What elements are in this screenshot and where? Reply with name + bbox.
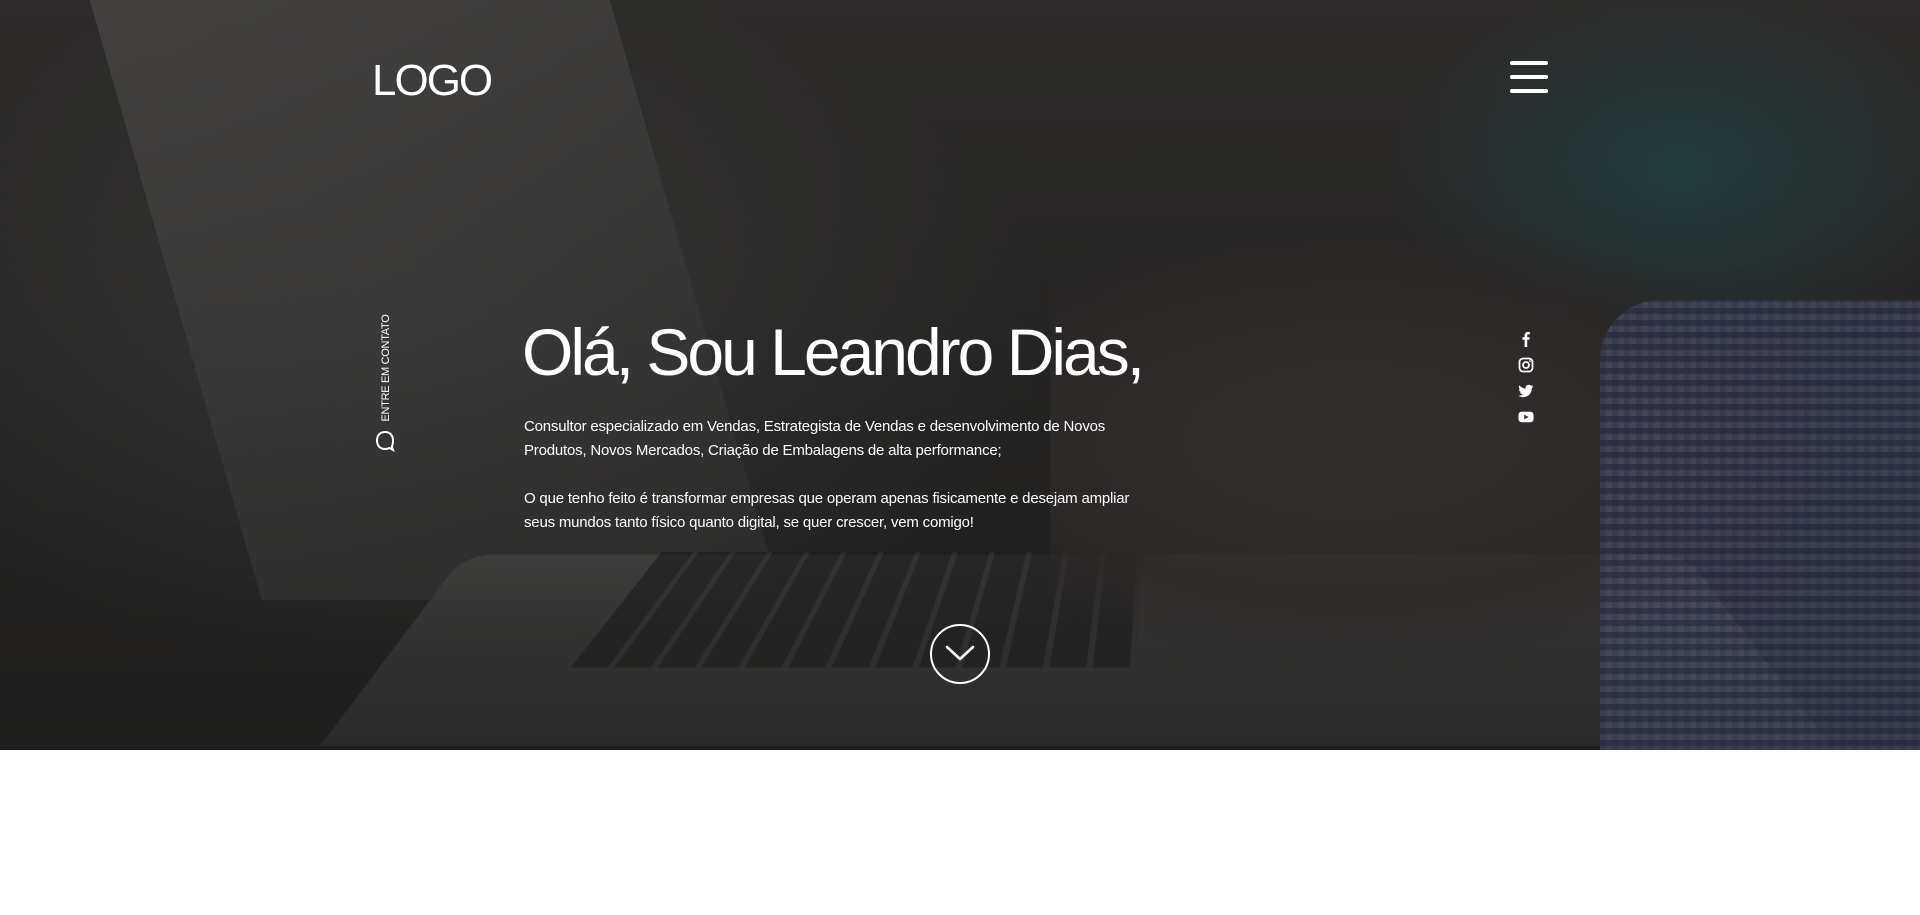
twitter-icon [1518,384,1534,398]
youtube-link[interactable] [1517,408,1535,426]
facebook-icon [1522,332,1530,347]
hamburger-menu-icon [1510,61,1548,65]
social-links [1515,330,1537,426]
hero-title: Olá, Sou Leandro Dias, [522,315,1145,389]
hero-section: LOGO ENTRE EM CONTATO Olá, Sou Leandro D… [0,0,1920,750]
facebook-link[interactable] [1517,330,1535,348]
contact-link[interactable]: ENTRE EM CONTATO [372,312,398,457]
instagram-link[interactable] [1517,356,1535,374]
site-logo[interactable]: LOGO [372,56,493,106]
twitter-link[interactable] [1517,382,1535,400]
chat-bubble-icon [375,430,395,453]
instagram-icon [1518,357,1534,373]
hero-paragraph-2: O que tenho feito é transformar empresas… [524,490,1130,531]
hamburger-menu-icon-bar [1510,75,1548,79]
hero-paragraph-1: Consultor especializado em Vendas, Estra… [524,418,1106,459]
contact-label: ENTRE EM CONTATO [380,314,392,422]
youtube-icon [1518,411,1534,423]
hamburger-menu-icon-bar [1510,89,1548,93]
chevron-down-icon [945,645,975,661]
menu-button[interactable] [1510,61,1548,93]
scroll-down-button[interactable] [930,624,990,684]
